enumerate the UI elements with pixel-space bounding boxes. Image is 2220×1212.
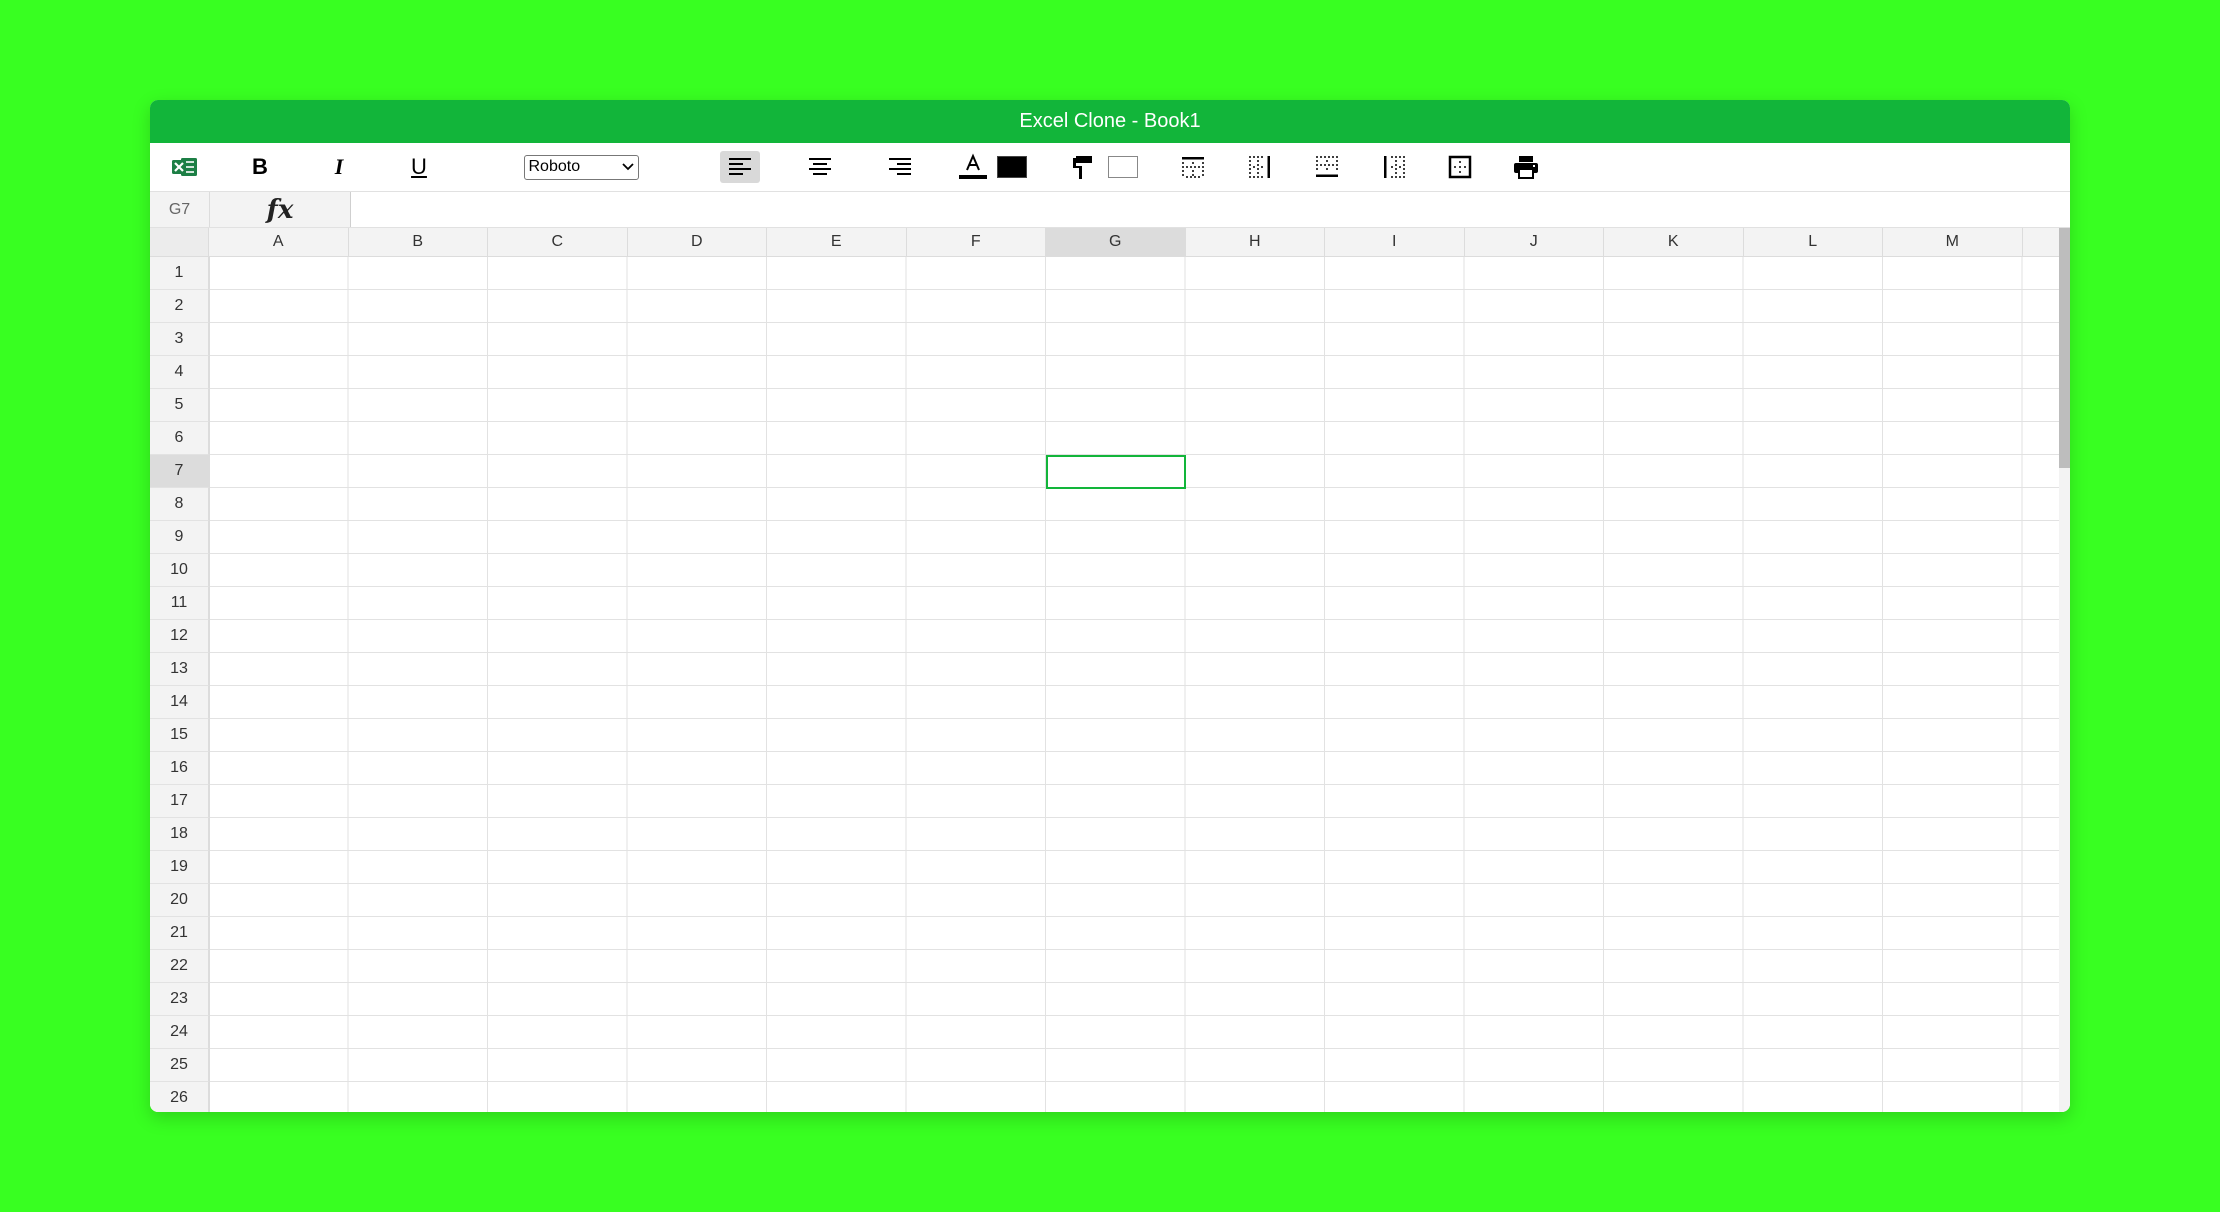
spreadsheet-grid: ABCDEFGHIJKLM 1 2 3 4 5 6 7 8 9 10 11 12 13 14 15 16 17 1…: [150, 228, 2070, 1112]
align-right-icon: [889, 158, 911, 175]
column-header-e[interactable]: E: [767, 228, 907, 257]
row-header-17[interactable]: 17: [150, 785, 209, 818]
border-left-button[interactable]: [1374, 143, 1414, 191]
formula-bar: G7 fx: [150, 192, 2070, 228]
bold-button[interactable]: B: [240, 143, 280, 191]
column-header-b[interactable]: B: [348, 228, 488, 257]
row-header-6[interactable]: 6: [150, 422, 209, 455]
title-bar: Excel Clone - Book1: [150, 100, 2070, 143]
italic-icon: I: [334, 154, 344, 179]
row-header-7[interactable]: 7: [150, 455, 209, 488]
row-header-15[interactable]: 15: [150, 719, 209, 752]
fill-color-button[interactable]: [1063, 143, 1103, 191]
chevron-down-icon: [621, 163, 634, 171]
excel-logo-icon: [165, 143, 205, 191]
row-header-20[interactable]: 20: [150, 884, 209, 917]
scrollbar-thumb[interactable]: [2059, 228, 2070, 468]
print-icon: [1514, 156, 1538, 179]
row-header-24[interactable]: 24: [150, 1016, 209, 1049]
text-color-icon: [959, 153, 987, 179]
app-window: Excel Clone - Book1 B I U Roboto G7 fx A…: [150, 100, 2070, 1112]
paint-roller-icon: [1073, 156, 1092, 179]
column-header-l[interactable]: L: [1743, 228, 1883, 257]
print-button[interactable]: [1506, 143, 1546, 191]
row-header-11[interactable]: 11: [150, 587, 209, 620]
row-header-2[interactable]: 2: [150, 290, 209, 323]
underline-button[interactable]: U: [399, 143, 439, 191]
column-header-f[interactable]: F: [906, 228, 1046, 257]
fill-color-swatch[interactable]: [1106, 143, 1140, 191]
border-right-icon: [1249, 156, 1270, 178]
border-bottom-button[interactable]: [1307, 143, 1347, 191]
row-header-5[interactable]: 5: [150, 389, 209, 422]
bold-icon: B: [252, 154, 268, 179]
align-center-button[interactable]: [800, 143, 840, 191]
border-top-icon: [1182, 157, 1204, 178]
row-header-3[interactable]: 3: [150, 323, 209, 356]
align-right-button[interactable]: [880, 143, 920, 191]
cells-area[interactable]: [209, 257, 2059, 1112]
border-right-button[interactable]: [1240, 143, 1280, 191]
font-family-select[interactable]: Roboto: [522, 143, 640, 191]
row-header-18[interactable]: 18: [150, 818, 209, 851]
row-header-13[interactable]: 13: [150, 653, 209, 686]
row-header-8[interactable]: 8: [150, 488, 209, 521]
text-color-swatch[interactable]: [995, 143, 1029, 191]
row-header-14[interactable]: 14: [150, 686, 209, 719]
row-header-1[interactable]: 1: [150, 257, 209, 290]
column-header-k[interactable]: K: [1604, 228, 1744, 257]
column-header-h[interactable]: H: [1185, 228, 1325, 257]
toolbar: B I U Roboto: [150, 143, 2070, 192]
cell-reference-box[interactable]: G7: [150, 192, 210, 227]
font-family-value: Roboto: [528, 158, 581, 175]
select-all-corner[interactable]: [150, 228, 209, 257]
border-outer-button[interactable]: [1440, 143, 1480, 191]
row-header-21[interactable]: 21: [150, 917, 209, 950]
column-header-j[interactable]: J: [1464, 228, 1604, 257]
row-header-4[interactable]: 4: [150, 356, 209, 389]
border-bottom-icon: [1316, 156, 1338, 177]
underline-icon: U: [411, 154, 427, 179]
column-header-m[interactable]: M: [1883, 228, 2023, 257]
formula-input[interactable]: [351, 192, 2070, 227]
row-header-12[interactable]: 12: [150, 620, 209, 653]
text-color-button[interactable]: [953, 143, 993, 191]
fx-icon: fx: [210, 192, 351, 227]
row-header-10[interactable]: 10: [150, 554, 209, 587]
column-header-i[interactable]: I: [1325, 228, 1465, 257]
column-header-c[interactable]: C: [488, 228, 628, 257]
window-title: Excel Clone - Book1: [1019, 110, 1201, 132]
row-header-9[interactable]: 9: [150, 521, 209, 554]
column-header-d[interactable]: D: [627, 228, 767, 257]
align-left-icon: [729, 158, 751, 175]
row-header-26[interactable]: 26: [150, 1082, 209, 1112]
border-top-button[interactable]: [1173, 143, 1213, 191]
column-header-g[interactable]: G: [1046, 228, 1186, 257]
border-outer-icon: [1448, 155, 1472, 179]
column-header-overflow[interactable]: [2022, 228, 2063, 257]
align-left-button[interactable]: [720, 143, 760, 191]
align-center-icon: [809, 158, 831, 175]
column-header-a[interactable]: A: [209, 228, 349, 257]
row-header-23[interactable]: 23: [150, 983, 209, 1016]
italic-button[interactable]: I: [319, 143, 359, 191]
row-header-19[interactable]: 19: [150, 851, 209, 884]
border-left-icon: [1384, 156, 1405, 178]
vertical-scrollbar[interactable]: [2059, 228, 2070, 1112]
row-header-22[interactable]: 22: [150, 950, 209, 983]
row-header-16[interactable]: 16: [150, 752, 209, 785]
active-cell[interactable]: [1045, 454, 1186, 489]
row-header-25[interactable]: 25: [150, 1049, 209, 1082]
